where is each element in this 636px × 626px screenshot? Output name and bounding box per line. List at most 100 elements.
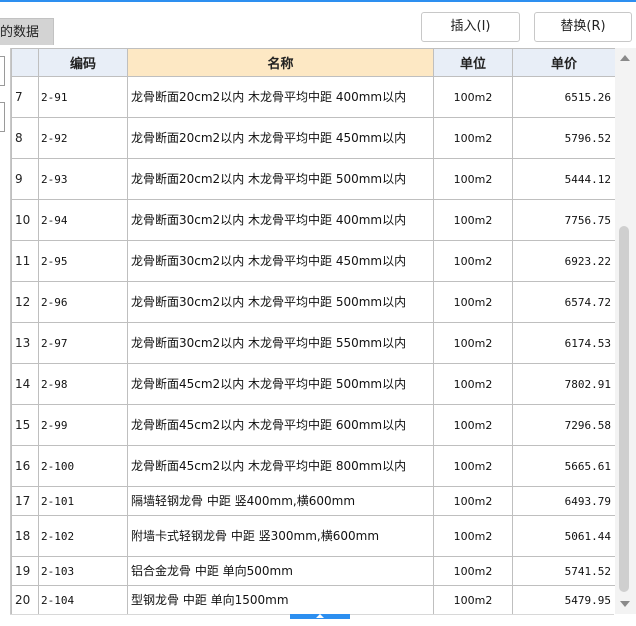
unit-cell[interactable]: 100m2 [433, 515, 513, 557]
unit-column-header[interactable]: 单位 [433, 48, 513, 77]
name-cell[interactable]: 龙骨断面45cm2以内 木龙骨平均中距 500mm以内 [127, 363, 434, 405]
scroll-down-arrow-icon[interactable] [620, 601, 630, 607]
price-cell[interactable]: 5061.44 [512, 515, 615, 557]
unit-cell[interactable]: 100m2 [433, 404, 513, 446]
row-index-cell[interactable]: 20 [11, 585, 39, 614]
code-column-header[interactable]: 编码 [38, 48, 128, 77]
row-index-cell[interactable]: 14 [11, 363, 39, 405]
row-index-cell[interactable]: 13 [11, 322, 39, 364]
insert-button[interactable]: 插入(I) [421, 12, 520, 42]
table-row[interactable]: 12 2-96 龙骨断面30cm2以内 木龙骨平均中距 500mm以内 100m2 65… [11, 281, 615, 323]
table-row[interactable]: 11 2-95 龙骨断面30cm2以内 木龙骨平均中距 450mm以内 100m2 69… [11, 240, 615, 282]
price-cell[interactable]: 5444.12 [512, 158, 615, 200]
name-cell[interactable]: 隔墙轻钢龙骨 中距 竖400mm,横600mm [127, 486, 434, 516]
table-row[interactable]: 20 2-104 型钢龙骨 中距 单向1500mm 100m2 5479.95 [11, 585, 615, 614]
code-cell[interactable]: 2-98 [38, 363, 128, 405]
vertical-scrollbar[interactable] [615, 48, 636, 614]
row-index-cell[interactable]: 19 [11, 556, 39, 586]
quota-grid: 编码 名称 单位 单价 7 2-91 龙骨断面20cm2以内 木龙骨平均中距 400… [10, 48, 615, 614]
price-cell[interactable]: 7802.91 [512, 363, 615, 405]
scroll-up-arrow-icon[interactable] [620, 55, 630, 61]
row-index-cell[interactable]: 15 [11, 404, 39, 446]
code-cell[interactable]: 2-96 [38, 281, 128, 323]
unit-cell[interactable]: 100m2 [433, 585, 513, 614]
table-row[interactable]: 15 2-99 龙骨断面45cm2以内 木龙骨平均中距 600mm以内 100m2 72… [11, 404, 615, 446]
price-cell[interactable]: 6574.72 [512, 281, 615, 323]
code-cell[interactable]: 2-95 [38, 240, 128, 282]
name-cell[interactable]: 型钢龙骨 中距 单向1500mm [127, 585, 434, 614]
table-row[interactable]: 9 2-93 龙骨断面20cm2以内 木龙骨平均中距 500mm以内 100m2 544… [11, 158, 615, 200]
row-index-cell[interactable]: 17 [11, 486, 39, 516]
price-cell[interactable]: 6923.22 [512, 240, 615, 282]
name-cell[interactable]: 龙骨断面30cm2以内 木龙骨平均中距 550mm以内 [127, 322, 434, 364]
table-row[interactable]: 8 2-92 龙骨断面20cm2以内 木龙骨平均中距 450mm以内 100m2 579… [11, 117, 615, 159]
price-cell[interactable]: 6174.53 [512, 322, 615, 364]
name-cell[interactable]: 龙骨断面45cm2以内 木龙骨平均中距 600mm以内 [127, 404, 434, 446]
table-row[interactable]: 10 2-94 龙骨断面30cm2以内 木龙骨平均中距 400mm以内 100m2 77… [11, 199, 615, 241]
unit-cell[interactable]: 100m2 [433, 240, 513, 282]
row-index-cell[interactable]: 10 [11, 199, 39, 241]
price-cell[interactable]: 5741.52 [512, 556, 615, 586]
unit-cell[interactable]: 100m2 [433, 281, 513, 323]
unit-cell[interactable]: 100m2 [433, 556, 513, 586]
unit-cell[interactable]: 100m2 [433, 486, 513, 516]
unit-cell[interactable]: 100m2 [433, 322, 513, 364]
price-cell[interactable]: 5479.95 [512, 585, 615, 614]
table-row[interactable]: 18 2-102 附墙卡式轻钢龙骨 中距 竖300mm,横600mm 100m2 506… [11, 515, 615, 557]
name-cell[interactable]: 龙骨断面20cm2以内 木龙骨平均中距 500mm以内 [127, 158, 434, 200]
table-row[interactable]: 16 2-100 龙骨断面45cm2以内 木龙骨平均中距 800mm以内 100m2 5… [11, 445, 615, 487]
price-column-header[interactable]: 单价 [512, 48, 615, 77]
table-row[interactable]: 19 2-103 铝合金龙骨 中距 单向500mm 100m2 5741.52 [11, 556, 615, 586]
replace-button[interactable]: 替换(R) [534, 12, 632, 42]
splitter-handle[interactable] [290, 614, 350, 619]
name-cell[interactable]: 附墙卡式轻钢龙骨 中距 竖300mm,横600mm [127, 515, 434, 557]
row-index-cell[interactable]: 11 [11, 240, 39, 282]
name-cell[interactable]: 龙骨断面20cm2以内 木龙骨平均中距 400mm以内 [127, 76, 434, 118]
price-cell[interactable]: 5796.52 [512, 117, 615, 159]
name-cell[interactable]: 铝合金龙骨 中距 单向500mm [127, 556, 434, 586]
row-index-cell[interactable]: 9 [11, 158, 39, 200]
scrollbar-thumb[interactable] [619, 226, 629, 592]
code-cell[interactable]: 2-102 [38, 515, 128, 557]
index-column-header[interactable] [11, 48, 39, 77]
unit-cell[interactable]: 100m2 [433, 199, 513, 241]
row-index-cell[interactable]: 18 [11, 515, 39, 557]
unit-cell[interactable]: 100m2 [433, 445, 513, 487]
table-row[interactable]: 17 2-101 隔墙轻钢龙骨 中距 竖400mm,横600mm 100m2 6493.… [11, 486, 615, 516]
data-tab[interactable]: 的数据 [0, 18, 54, 45]
code-cell[interactable]: 2-99 [38, 404, 128, 446]
code-cell[interactable]: 2-91 [38, 76, 128, 118]
row-index-cell[interactable]: 7 [11, 76, 39, 118]
unit-cell[interactable]: 100m2 [433, 158, 513, 200]
code-cell[interactable]: 2-94 [38, 199, 128, 241]
unit-cell[interactable]: 100m2 [433, 76, 513, 118]
code-cell[interactable]: 2-100 [38, 445, 128, 487]
name-cell[interactable]: 龙骨断面45cm2以内 木龙骨平均中距 800mm以内 [127, 445, 434, 487]
code-cell[interactable]: 2-101 [38, 486, 128, 516]
code-cell[interactable]: 2-104 [38, 585, 128, 614]
price-cell[interactable]: 6515.26 [512, 76, 615, 118]
code-cell[interactable]: 2-92 [38, 117, 128, 159]
row-index-cell[interactable]: 8 [11, 117, 39, 159]
code-cell[interactable]: 2-97 [38, 322, 128, 364]
unit-cell[interactable]: 100m2 [433, 117, 513, 159]
table-row[interactable]: 14 2-98 龙骨断面45cm2以内 木龙骨平均中距 500mm以内 100m2 78… [11, 363, 615, 405]
table-row[interactable]: 7 2-91 龙骨断面20cm2以内 木龙骨平均中距 400mm以内 100m2 651… [11, 76, 615, 118]
left-panel-control[interactable] [0, 56, 5, 86]
left-panel-control[interactable] [0, 102, 5, 132]
price-cell[interactable]: 7296.58 [512, 404, 615, 446]
code-cell[interactable]: 2-103 [38, 556, 128, 586]
name-cell[interactable]: 龙骨断面30cm2以内 木龙骨平均中距 500mm以内 [127, 281, 434, 323]
row-index-cell[interactable]: 16 [11, 445, 39, 487]
row-index-cell[interactable]: 12 [11, 281, 39, 323]
price-cell[interactable]: 5665.61 [512, 445, 615, 487]
table-row[interactable]: 13 2-97 龙骨断面30cm2以内 木龙骨平均中距 550mm以内 100m2 61… [11, 322, 615, 364]
name-cell[interactable]: 龙骨断面30cm2以内 木龙骨平均中距 450mm以内 [127, 240, 434, 282]
name-column-header[interactable]: 名称 [127, 48, 434, 77]
unit-cell[interactable]: 100m2 [433, 363, 513, 405]
price-cell[interactable]: 7756.75 [512, 199, 615, 241]
code-cell[interactable]: 2-93 [38, 158, 128, 200]
price-cell[interactable]: 6493.79 [512, 486, 615, 516]
name-cell[interactable]: 龙骨断面30cm2以内 木龙骨平均中距 400mm以内 [127, 199, 434, 241]
name-cell[interactable]: 龙骨断面20cm2以内 木龙骨平均中距 450mm以内 [127, 117, 434, 159]
